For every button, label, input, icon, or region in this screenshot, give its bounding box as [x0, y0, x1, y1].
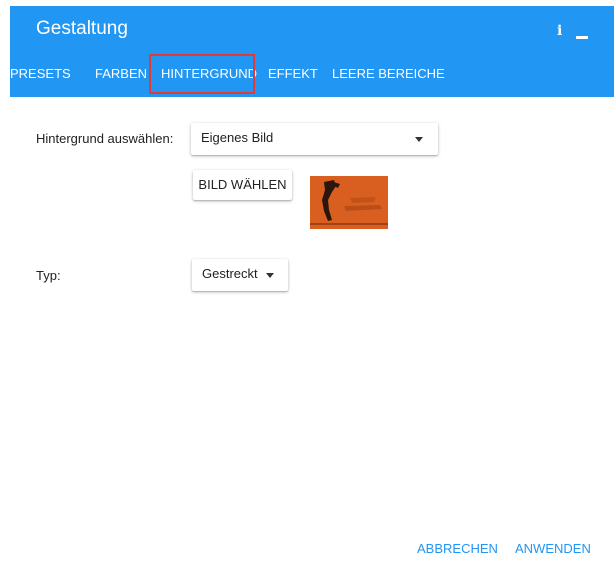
tab-leere-bereiche[interactable]: LEERE BEREICHE [332, 66, 445, 81]
background-select[interactable]: Eigenes Bild [191, 123, 438, 155]
background-image-thumbnail[interactable] [310, 176, 388, 229]
chevron-down-icon [266, 273, 274, 278]
type-select[interactable]: Gestreckt [192, 259, 288, 291]
choose-image-button[interactable]: BILD WÄHLEN [193, 170, 292, 200]
type-label: Typ: [36, 268, 61, 283]
dialog-header: Gestaltung i PRESETS FARBEN HINTERGRUND … [10, 6, 614, 97]
background-select-value: Eigenes Bild [201, 130, 274, 145]
cancel-button[interactable]: ABBRECHEN [417, 541, 498, 556]
info-icon[interactable]: i [557, 23, 562, 39]
type-select-value: Gestreckt [202, 266, 258, 281]
tab-farben[interactable]: FARBEN [95, 66, 147, 81]
apply-button[interactable]: ANWENDEN [515, 541, 591, 556]
design-dialog: Gestaltung i PRESETS FARBEN HINTERGRUND … [10, 6, 614, 569]
tab-effekt[interactable]: EFFEKT [268, 66, 318, 81]
thumbnail-figure-icon [310, 176, 388, 229]
dialog-title: Gestaltung [36, 18, 128, 39]
tab-highlight-frame [149, 54, 255, 94]
minimize-icon[interactable] [576, 36, 588, 39]
chevron-down-icon [415, 137, 423, 142]
tab-presets[interactable]: PRESETS [10, 66, 71, 81]
background-select-label: Hintergrund auswählen: [36, 131, 174, 146]
